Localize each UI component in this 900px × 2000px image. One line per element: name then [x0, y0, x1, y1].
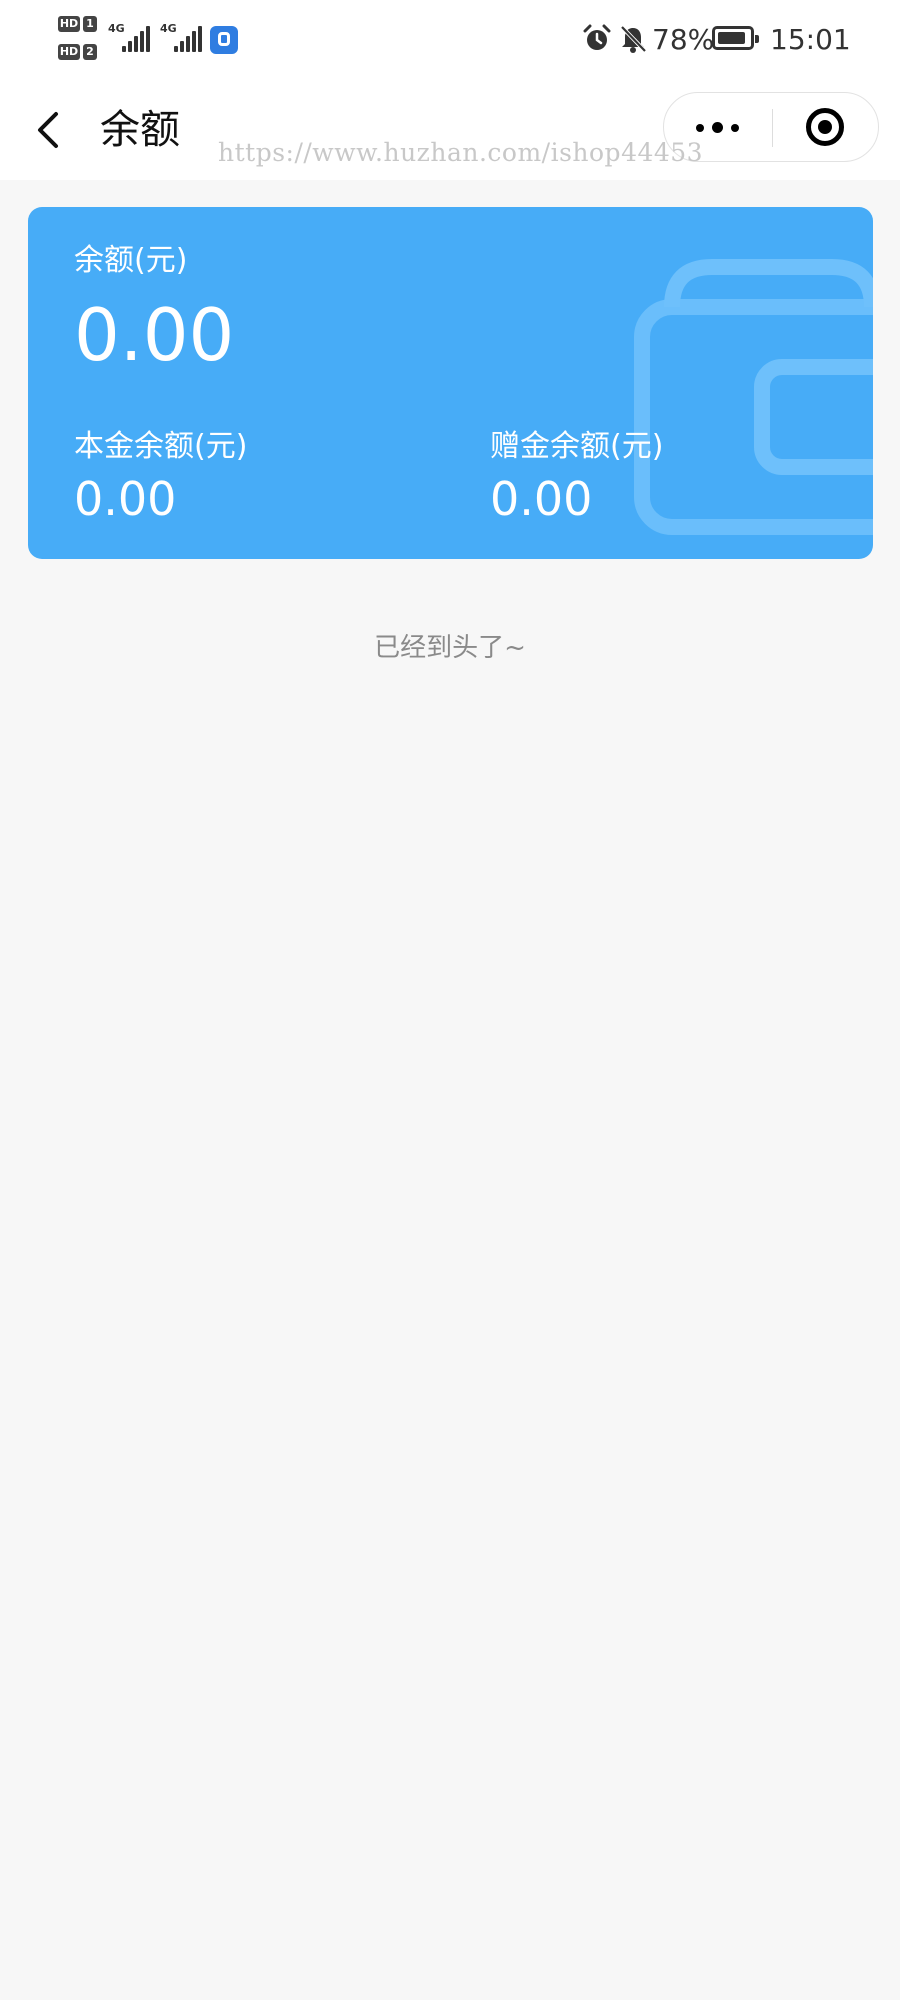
clock-time: 15:01	[770, 23, 851, 56]
battery-percent: 78%	[652, 23, 715, 56]
signal2-icon: 4G	[160, 22, 204, 52]
alarm-icon	[583, 24, 611, 50]
close-miniprogram-button[interactable]	[772, 93, 880, 161]
sim1-indicator: HD 1	[58, 14, 100, 34]
signal1-icon: 4G	[108, 22, 152, 52]
bonus-balance-value: 0.00	[490, 472, 593, 526]
balance-value: 0.00	[74, 293, 235, 377]
sim2-hd-badge: HD	[58, 44, 80, 60]
wallet-icon	[634, 259, 873, 535]
network1-label: 4G	[108, 22, 125, 35]
battery-icon	[712, 26, 759, 50]
network2-label: 4G	[160, 22, 177, 35]
page-title: 余额	[100, 107, 180, 153]
principal-balance-value: 0.00	[74, 472, 177, 526]
chevron-left-icon	[38, 112, 58, 148]
sim2-number: 2	[83, 44, 97, 60]
principal-balance-label: 本金余额(元)	[74, 429, 248, 464]
sim2-indicator: HD 2	[58, 42, 100, 62]
list-end-text: 已经到头了~	[374, 633, 526, 663]
balance-label: 余额(元)	[74, 243, 188, 278]
sim1-hd-badge: HD	[58, 16, 80, 32]
status-bar: HD 1 HD 2 4G 4G 78% 15:01	[0, 0, 900, 80]
balance-card: 余额(元) 0.00 本金余额(元) 0.00 赠金余额(元) 0.00	[28, 207, 873, 559]
app-notification-icon	[210, 26, 238, 54]
sim1-number: 1	[83, 16, 97, 32]
back-button[interactable]	[30, 106, 74, 154]
bell-off-icon	[620, 25, 647, 53]
watermark-text: https://www.huzhan.com/ishop44453	[218, 138, 704, 167]
bonus-balance-label: 赠金余额(元)	[490, 429, 664, 464]
